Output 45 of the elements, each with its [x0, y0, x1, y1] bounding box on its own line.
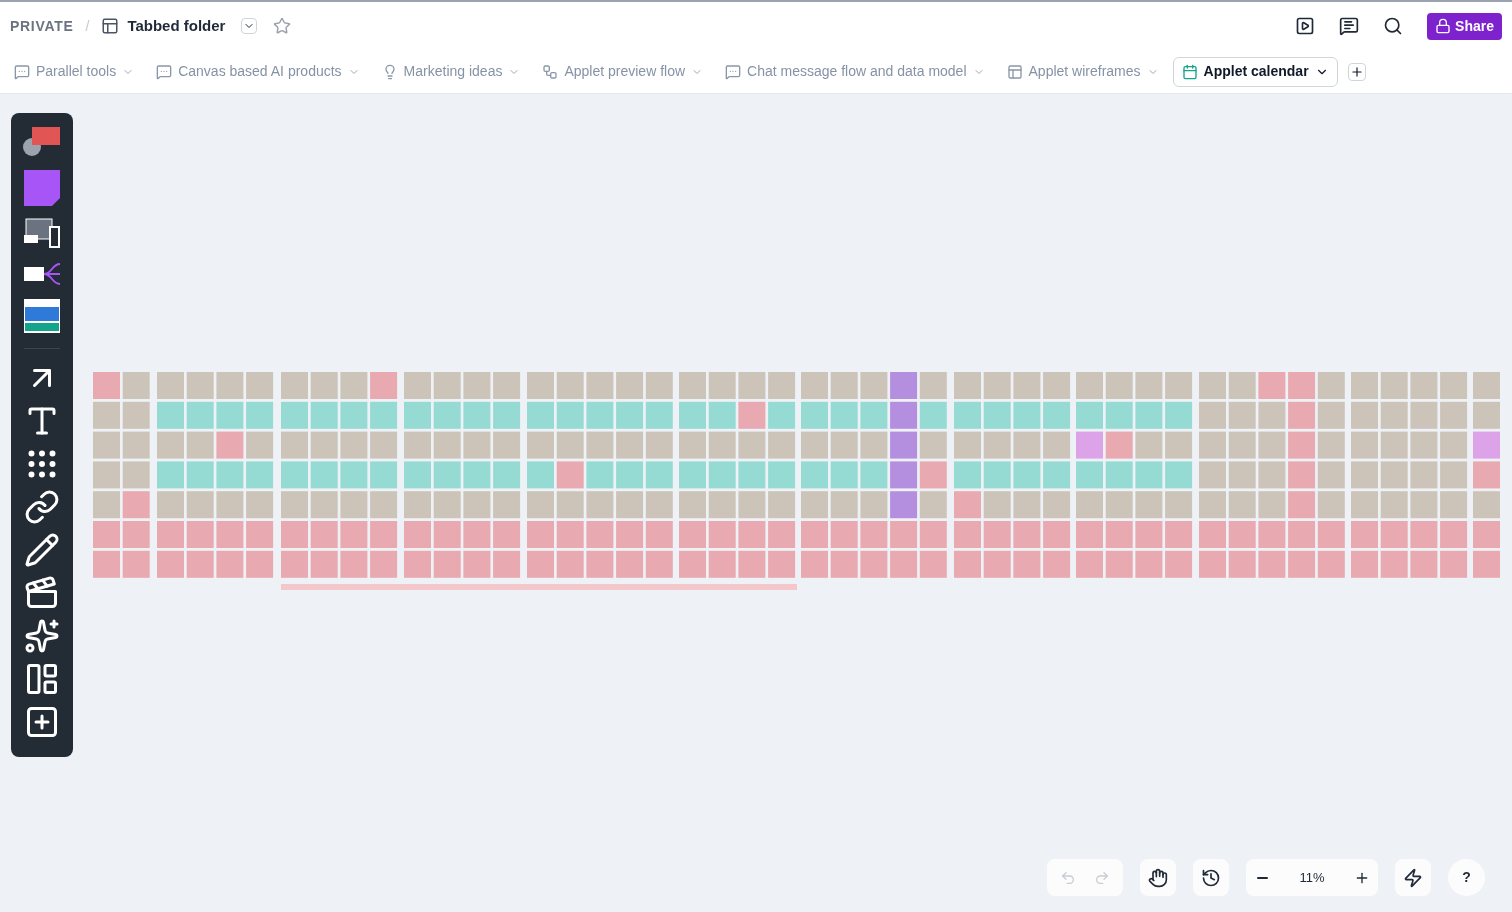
- redo-icon: [1094, 869, 1110, 886]
- plus-icon: [1349, 64, 1364, 79]
- star-icon[interactable]: [273, 17, 292, 35]
- chat-bubble-icon: [14, 63, 30, 80]
- search-icon[interactable]: [1383, 16, 1404, 36]
- lock-icon: [1435, 18, 1452, 34]
- layout-icon[interactable]: [24, 661, 60, 697]
- breadcrumb-separator: /: [85, 16, 90, 36]
- add-tab-button[interactable]: [1347, 62, 1366, 81]
- devices-template-icon[interactable]: [22, 215, 62, 251]
- frame-icon[interactable]: [24, 575, 60, 611]
- zoom-level: 11%: [1299, 868, 1325, 887]
- add-icon[interactable]: [24, 704, 60, 740]
- history-button[interactable]: [1193, 859, 1229, 896]
- sparkles-icon[interactable]: [24, 618, 60, 654]
- folder-title: Tabbed folder: [127, 15, 226, 36]
- hand-tool-button[interactable]: [1140, 859, 1176, 896]
- layout-icon: [1006, 63, 1023, 80]
- comment-icon[interactable]: [1339, 16, 1360, 36]
- chat-bubble-icon: [725, 63, 742, 80]
- flow-icon: [542, 63, 559, 80]
- folder-tab[interactable]: Applet calendar: [1172, 56, 1338, 87]
- folder-tab[interactable]: Canvas based AI products: [156, 61, 360, 82]
- title-dropdown-button[interactable]: [241, 18, 258, 34]
- hand-icon: [1148, 867, 1168, 888]
- minus-icon: [1256, 876, 1268, 879]
- chat-bubble-icon: [156, 63, 173, 80]
- folder-icon: [101, 17, 120, 35]
- share-button[interactable]: Share: [1427, 12, 1502, 40]
- link-icon[interactable]: [24, 489, 60, 525]
- folder-tab[interactable]: Marketing ideas: [381, 61, 521, 82]
- lightning-icon: [1403, 867, 1423, 888]
- folder-tab[interactable]: Applet preview flow: [542, 61, 704, 82]
- space-label[interactable]: PRIVATE: [10, 15, 74, 37]
- sticky-note-template-icon[interactable]: [22, 168, 62, 208]
- help-button[interactable]: ?: [1448, 859, 1485, 896]
- folder-tab[interactable]: Applet wireframes: [1006, 61, 1159, 82]
- calendar-icon: [1181, 63, 1198, 80]
- folder-tab[interactable]: Chat message flow and data model: [725, 61, 985, 82]
- pencil-icon[interactable]: [24, 532, 60, 568]
- folder-tab[interactable]: Parallel tools: [14, 61, 135, 82]
- undo-icon: [1060, 869, 1076, 886]
- history-icon: [1201, 867, 1221, 888]
- present-icon[interactable]: [1295, 16, 1316, 36]
- lightning-button[interactable]: [1395, 859, 1431, 896]
